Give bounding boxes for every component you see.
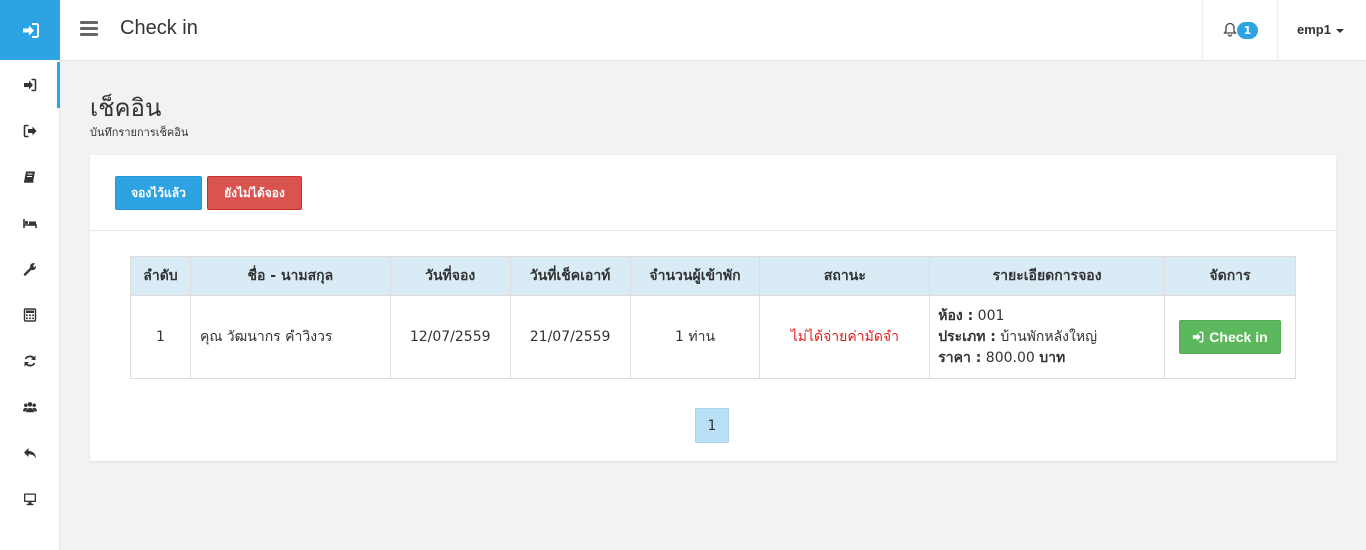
type-line: ประเภท : บ้านพักหลังใหญ่ [938,327,1164,348]
price-line: ราคา : 800.00 บาท [938,348,1164,369]
price-unit: บาท [1039,349,1066,366]
wrench-icon [23,263,36,276]
sign-in-icon [22,22,39,38]
sidebar-item-back[interactable] [0,430,59,476]
price-label: ราคา : [938,349,982,366]
caret-down-icon [1335,28,1344,33]
bell-icon [1223,22,1237,37]
row-number: 1 [130,295,191,379]
refresh-icon [24,355,35,367]
column-header: ชื่อ - นามสกุล [189,256,391,296]
sidebar [0,0,60,550]
sidebar-item-checkout[interactable] [0,108,59,154]
column-header: สถานะ [759,256,931,296]
sidebar-item-checkin[interactable] [0,62,60,108]
notifications-button[interactable]: 1 [1202,0,1278,60]
table-header-row: ลำดับ ชื่อ - นามสกุล วันที่จอง วันที่เช็… [130,256,1297,296]
checkout-date: 21/07/2559 [509,295,631,379]
checkin-button[interactable]: Check in [1178,320,1281,354]
sidebar-item-refresh[interactable] [0,338,59,384]
hamburger-menu-icon[interactable] [80,21,98,37]
sidebar-item-users[interactable] [0,384,59,430]
sidebar-brand[interactable] [0,0,60,60]
sign-in-icon [23,78,36,92]
desktop-icon [23,493,36,506]
topbar: Check in 1 emp1 [60,0,1366,61]
checkin-button-label: Check in [1209,329,1268,345]
booked-button[interactable]: จองไว้แล้ว [115,176,202,210]
table-row: 1 คุณ วัฒนากร คำวิงวร 12/07/2559 21/07/2… [130,295,1297,379]
price-value: 800.00 [985,349,1035,366]
action-cell: Check in [1163,295,1297,379]
booking-table: ลำดับ ชื่อ - นามสกุล วันที่จอง วันที่เช็… [130,256,1297,379]
column-header: วันที่เช็คเอาท์ [509,256,631,296]
guest-count: 1 ท่าน [629,295,761,379]
sidebar-item-booking[interactable] [0,154,59,200]
sidebar-item-rooms[interactable] [0,200,59,246]
column-header: วันที่จอง [389,256,511,296]
room-value: 001 [977,307,1005,324]
status-text: ไม่ได้จ่ายค่ามัดจำ [790,329,899,345]
room-line: ห้อง : 001 [938,306,1164,327]
not-booked-button[interactable]: ยังไม่ได้จอง [207,176,302,210]
bed-icon [22,219,37,228]
user-name: emp1 [1297,22,1331,37]
app-title: Check in [120,17,198,39]
book-icon [23,171,35,183]
pagination-page-1[interactable]: 1 [695,408,729,443]
page-subtitle: บันทึกรายการเช็คอิน [90,126,189,139]
column-header: จัดการ [1163,256,1297,296]
sidebar-item-settings[interactable] [0,246,59,292]
room-label: ห้อง : [938,307,974,324]
type-value: บ้านพักหลังใหญ่ [1000,328,1098,345]
column-header: ลำดับ [130,256,191,296]
sidebar-item-display[interactable] [0,476,59,522]
checkin-panel: จองไว้แล้ว ยังไม่ได้จอง ลำดับ ชื่อ - นาม… [90,155,1336,461]
booking-detail: ห้อง : 001 ประเภท : บ้านพักหลังใหญ่ ราคา… [929,295,1165,379]
page-title: เช็คอิน [90,94,162,122]
user-menu[interactable]: emp1 [1297,22,1344,37]
booking-date: 12/07/2559 [389,295,511,379]
status-cell: ไม่ได้จ่ายค่ามัดจำ [759,295,931,379]
sidebar-item-calculator[interactable] [0,292,59,338]
notification-badge: 1 [1237,22,1258,39]
panel-header: จองไว้แล้ว ยังไม่ได้จอง [90,155,1336,231]
reply-icon [23,448,36,459]
guest-name: คุณ วัฒนากร คำวิงวร [189,295,391,379]
type-label: ประเภท : [938,328,996,345]
sign-in-icon [1193,331,1204,343]
column-header: รายะเอียดการจอง [929,256,1165,296]
users-icon [22,402,37,413]
column-header: จำนวนผู้เข้าพัก [629,256,761,296]
calculator-icon [23,308,36,322]
sign-out-icon [23,124,36,138]
